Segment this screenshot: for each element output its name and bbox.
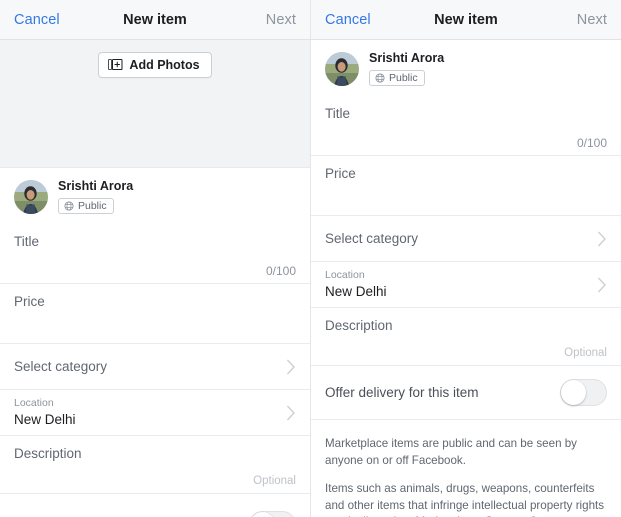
privacy-label: Public [389,71,418,84]
price-input[interactable] [325,183,607,209]
cancel-button[interactable]: Cancel [325,12,371,28]
navigation-bar: Cancel New item Next [0,0,310,40]
description-label: Description [325,318,393,334]
privacy-selector[interactable]: Public [58,197,114,214]
user-avatar-photo [14,180,48,214]
profile-name: Srishti Arora [58,179,134,194]
description-label: Description [14,446,82,462]
screenshot-root: Cancel New item Next Add Photos Srishti … [0,0,621,517]
select-category-label: Select category [325,231,419,247]
title-label: Title [14,234,40,249]
offer-delivery-toggle[interactable] [560,379,607,407]
profile-row: Srishti Arora Public [0,168,310,224]
chevron-right-icon [597,277,607,293]
offer-delivery-toggle[interactable] [249,511,296,517]
title-label: Title [325,106,351,121]
user-avatar-photo [325,52,359,86]
select-category-row[interactable]: Select category [0,344,310,391]
chevron-right-icon [597,231,607,247]
cancel-button[interactable]: Cancel [14,12,60,28]
screen-right-new-item-scrolled: Cancel New item Next Srishti Arora Publi… [311,0,621,517]
disclaimer-text-before: Items such as animals, drugs, weapons, c… [325,481,605,517]
description-optional-hint: Optional [253,474,296,487]
disclaimer-paragraph-1: Marketplace items are public and can be … [325,437,577,467]
title-field-row[interactable]: Title 0/100 [0,224,310,285]
privacy-label: Public [78,199,107,212]
disclaimer-section: Marketplace items are public and can be … [311,420,621,517]
chevron-right-icon [286,405,296,421]
next-button[interactable]: Next [266,12,296,28]
chevron-right-icon [286,359,296,375]
description-field-row[interactable]: Description Optional [0,436,310,495]
avatar[interactable] [325,52,359,86]
description-optional-hint: Optional [564,346,607,359]
price-field-row[interactable]: Price [0,284,310,345]
location-row[interactable]: Location New Delhi [0,390,310,437]
add-photos-label: Add Photos [129,58,200,72]
avatar[interactable] [14,180,48,214]
location-value: New Delhi [14,412,76,428]
select-category-label: Select category [14,359,108,375]
location-sub-label: Location [325,268,365,281]
price-label: Price [14,294,45,310]
offer-delivery-row[interactable]: Offer delivery for this item [311,366,621,421]
privacy-selector[interactable]: Public [369,69,425,86]
toggle-knob [561,380,586,406]
offer-delivery-row-partial[interactable] [0,494,310,517]
price-label: Price [325,166,356,182]
photo-upload-area[interactable]: Add Photos [0,40,310,168]
navigation-bar: Cancel New item Next [311,0,621,40]
price-input[interactable] [14,311,296,337]
add-photos-button[interactable]: Add Photos [98,52,212,78]
next-button[interactable]: Next [577,12,607,28]
profile-info: Srishti Arora Public [58,179,134,214]
description-field-row[interactable]: Description Optional [311,308,621,367]
title-field-row[interactable]: Title 0/100 [311,96,621,157]
title-character-counter: 0/100 [265,264,296,279]
title-character-counter: 0/100 [576,136,607,151]
globe-icon [64,201,74,211]
disclaimer-paragraph-2: Items such as animals, drugs, weapons, c… [325,481,607,517]
profile-row: Srishti Arora Public [311,40,621,96]
price-field-row[interactable]: Price [311,156,621,217]
select-category-row[interactable]: Select category [311,216,621,263]
offer-delivery-label: Offer delivery for this item [325,385,479,401]
globe-icon [375,73,385,83]
location-value: New Delhi [325,284,387,300]
screen-left-new-item-top: Cancel New item Next Add Photos Srishti … [0,0,311,517]
location-row[interactable]: Location New Delhi [311,262,621,309]
profile-name: Srishti Arora [369,51,445,66]
toggle-knob [250,512,275,517]
location-sub-label: Location [14,396,54,409]
add-photos-icon [108,58,123,72]
profile-info: Srishti Arora Public [369,51,445,86]
